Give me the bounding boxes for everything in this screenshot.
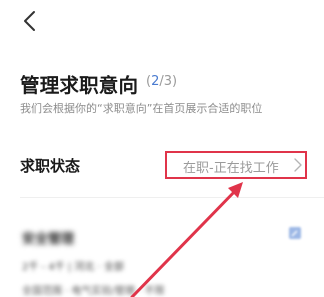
job-status-label: 求职状态: [20, 157, 81, 175]
intention-card-subtitle: 2千 - 4千 | 河北 · 全部: [22, 262, 124, 273]
chevron-left-icon: [24, 11, 35, 31]
step-total: /3: [159, 74, 173, 89]
edit-icon[interactable]: [288, 226, 302, 240]
annotation-arrow: [130, 182, 243, 297]
divider: [20, 197, 324, 198]
job-status-value[interactable]: 在职-正在找工作: [183, 157, 279, 176]
back-button[interactable]: [18, 6, 44, 36]
step-indicator: (2/3): [146, 74, 177, 89]
step-close: ): [172, 74, 178, 89]
page-title: 管理求职意向: [20, 74, 139, 97]
page-subtitle: 我们会根据你的“求职意向”在首页展示合适的职位: [20, 102, 263, 115]
intention-card-footer: 全国范围 · 电气实验/管理 · 不限: [22, 286, 165, 297]
chevron-right-icon[interactable]: [294, 158, 302, 172]
intention-card-title[interactable]: 安全管理: [22, 228, 74, 247]
